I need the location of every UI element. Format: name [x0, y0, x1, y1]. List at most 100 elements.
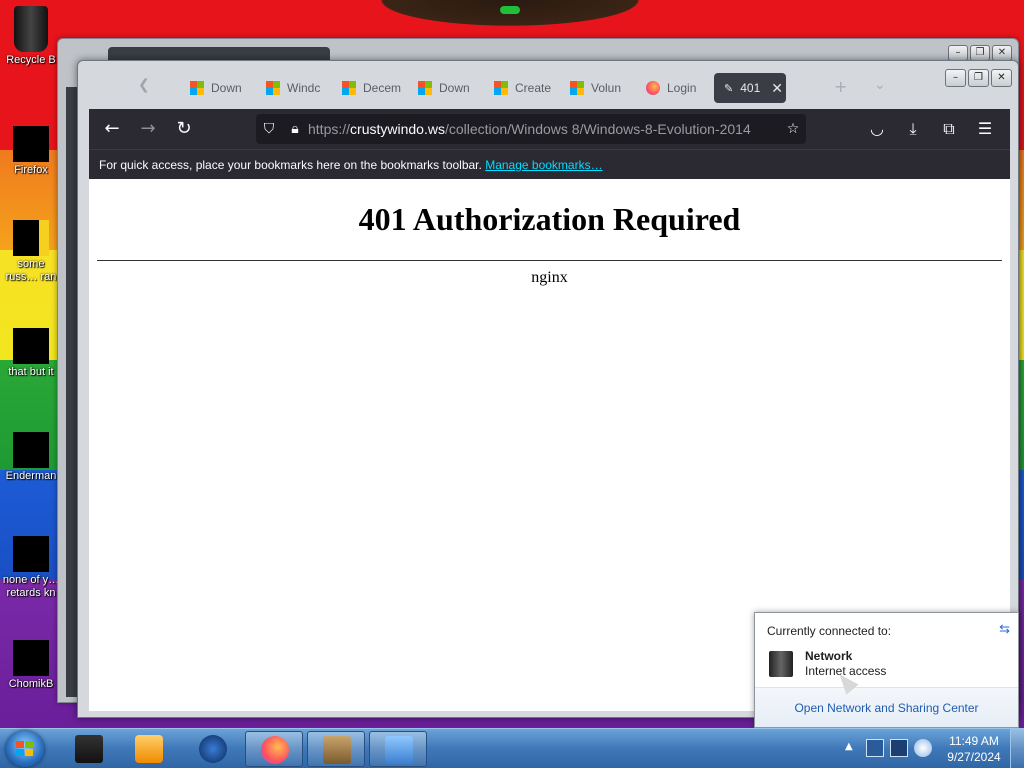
tab-download-1[interactable]: Down [180, 73, 250, 103]
firefox-icon [13, 126, 49, 162]
desktop-icon-file-3[interactable]: none of y… retards kn [2, 536, 60, 600]
tab-create[interactable]: Create [484, 73, 554, 103]
chomikbox-icon [13, 640, 49, 676]
tab-download-2[interactable]: Down [408, 73, 478, 103]
tab-bar: ❮ Down Windc Decem Down Create Volun Log… [78, 61, 1018, 109]
windows-logo-icon [16, 741, 34, 757]
network-name[interactable]: Network [805, 649, 852, 663]
clock[interactable]: 11:49 AM 9/27/2024 [940, 733, 1008, 765]
firefox-icon [646, 81, 660, 95]
window-controls: – ❐ ✕ [945, 69, 1012, 87]
desktop-icon-chomikbox[interactable]: ChomikB [2, 640, 60, 691]
lock-icon[interactable]: 🔒︎ [282, 121, 308, 137]
clock-date: 9/27/2024 [947, 750, 1001, 764]
taskbar-item-window[interactable] [369, 731, 427, 767]
network-tray-icon[interactable] [890, 739, 908, 757]
network-sharing-center-link[interactable]: Open Network and Sharing Center [755, 687, 1018, 727]
desktop-icon-label: ChomikB [8, 678, 54, 690]
taskbar-item-explorer[interactable] [60, 731, 118, 767]
tab-windows[interactable]: Windc [256, 73, 326, 103]
windows-logo-icon [342, 81, 356, 95]
desktop-icon-label: Recycle B [6, 54, 56, 66]
back-icon[interactable]: ← [99, 117, 125, 141]
show-desktop-button[interactable] [1010, 729, 1024, 768]
maximize-icon[interactable]: ❐ [968, 69, 989, 87]
flyout-heading: Currently connected to: [767, 624, 892, 638]
url-host: crustywindo.ws [350, 121, 445, 137]
windows-logo-icon [418, 81, 432, 95]
tab-login[interactable]: Login [636, 73, 706, 103]
close-icon[interactable]: ✕ [992, 45, 1012, 61]
desktop-icon-recycle-bin[interactable]: Recycle B [2, 6, 60, 67]
downloads-icon[interactable]: ⤓ [900, 117, 926, 141]
windows-logo-icon [266, 81, 280, 95]
tray-app-icon[interactable] [866, 739, 884, 757]
clock-time: 11:49 AM [949, 734, 999, 748]
taskbar-item-media-player[interactable] [120, 731, 178, 767]
globe-icon [199, 735, 227, 763]
network-flyout: Currently connected to: ⇆ Network Intern… [754, 612, 1019, 728]
pocket-icon[interactable]: ◡ [864, 117, 890, 141]
url-bar[interactable]: ⛉ 🔒︎ https://crustywindo.ws/collection/W… [256, 114, 806, 144]
start-button[interactable] [6, 731, 44, 767]
new-tab-icon[interactable]: + [834, 77, 847, 96]
extensions-icon[interactable]: ⧉ [936, 117, 962, 141]
taskbar-item-chomikbox[interactable] [307, 731, 365, 767]
taskbar: ▲ 11:49 AM 9/27/2024 [0, 728, 1024, 768]
tracking-protection-icon[interactable]: ⛉ [256, 121, 282, 137]
nav-toolbar: ← → ↻ ⛉ 🔒︎ https://crustywindo.ws/collec… [89, 109, 1010, 149]
close-icon[interactable]: ✕ [991, 69, 1012, 87]
taskbar-item-firefox[interactable] [245, 731, 303, 767]
tab-volume[interactable]: Volun [560, 73, 630, 103]
firefox-icon [261, 736, 289, 764]
volume-icon[interactable] [914, 739, 932, 757]
chomikbox-icon [323, 736, 351, 764]
wallpaper-decoration [360, 0, 660, 30]
maximize-icon[interactable]: ❐ [970, 45, 990, 61]
show-hidden-icons-icon[interactable]: ▲ [845, 741, 853, 752]
tab-label: 401 [740, 81, 761, 95]
tab-401-active[interactable]: ✎ 401 ✕ [714, 73, 786, 103]
server-name: nginx [531, 269, 568, 286]
taskbar-item-app[interactable] [184, 731, 242, 767]
desktop-icon-file-2[interactable]: that but it [2, 328, 60, 379]
tab-label: Down [211, 81, 242, 95]
url-scheme: https:// [308, 121, 351, 137]
url-text[interactable]: https://crustywindo.ws/collection/Window… [308, 121, 780, 137]
media-player-icon [135, 735, 163, 763]
page-title: 401 Authorization Required [358, 201, 741, 237]
desktop-icon-label: Firefox [14, 164, 48, 176]
desktop-icon-label: some russ… ran a ra [5, 258, 57, 283]
desktop-icon-file-1[interactable]: some russ… ran a ra [2, 220, 60, 284]
file-icon [13, 328, 49, 364]
desktop-icon-firefox[interactable]: Firefox [2, 126, 60, 177]
tab-label: Volun [591, 81, 622, 95]
minimize-icon[interactable]: – [945, 69, 966, 87]
recycle-bin-icon [14, 6, 48, 52]
page-icon: ✎ [724, 82, 734, 95]
background-window-controls: – ❐ ✕ [948, 45, 1012, 61]
reload-icon[interactable]: ↻ [171, 117, 197, 141]
forward-icon[interactable]: → [135, 117, 161, 141]
minimize-icon[interactable]: – [948, 45, 968, 61]
desktop-icon-label: none of y… retards kn [2, 574, 60, 599]
list-all-tabs-icon[interactable]: ⌄ [874, 77, 886, 93]
menu-icon[interactable]: ☰ [972, 117, 998, 141]
bookmarks-toolbar: For quick access, place your bookmarks h… [89, 149, 1010, 179]
windows-logo-icon [494, 81, 508, 95]
refresh-networks-icon[interactable]: ⇆ [999, 621, 1010, 637]
tab-close-icon[interactable]: ✕ [771, 80, 783, 97]
desktop-icon-enderman[interactable]: Enderman [2, 432, 60, 483]
tab-scroll-left-icon[interactable]: ❮ [138, 77, 150, 93]
manage-bookmarks-link[interactable]: Manage bookmarks… [485, 158, 602, 172]
tab-december[interactable]: Decem [332, 73, 402, 103]
bookmark-star-icon[interactable]: ☆ [780, 121, 806, 137]
windows-logo-icon [190, 81, 204, 95]
tab-label: Login [667, 81, 697, 95]
tab-label: Windc [287, 81, 321, 95]
windows-logo-icon [570, 81, 584, 95]
url-path: /collection/Windows 8/Windows-8-Evolutio… [444, 121, 751, 137]
network-icon [769, 651, 793, 677]
file-icon [13, 536, 49, 572]
bookmarks-hint: For quick access, place your bookmarks h… [99, 158, 482, 172]
